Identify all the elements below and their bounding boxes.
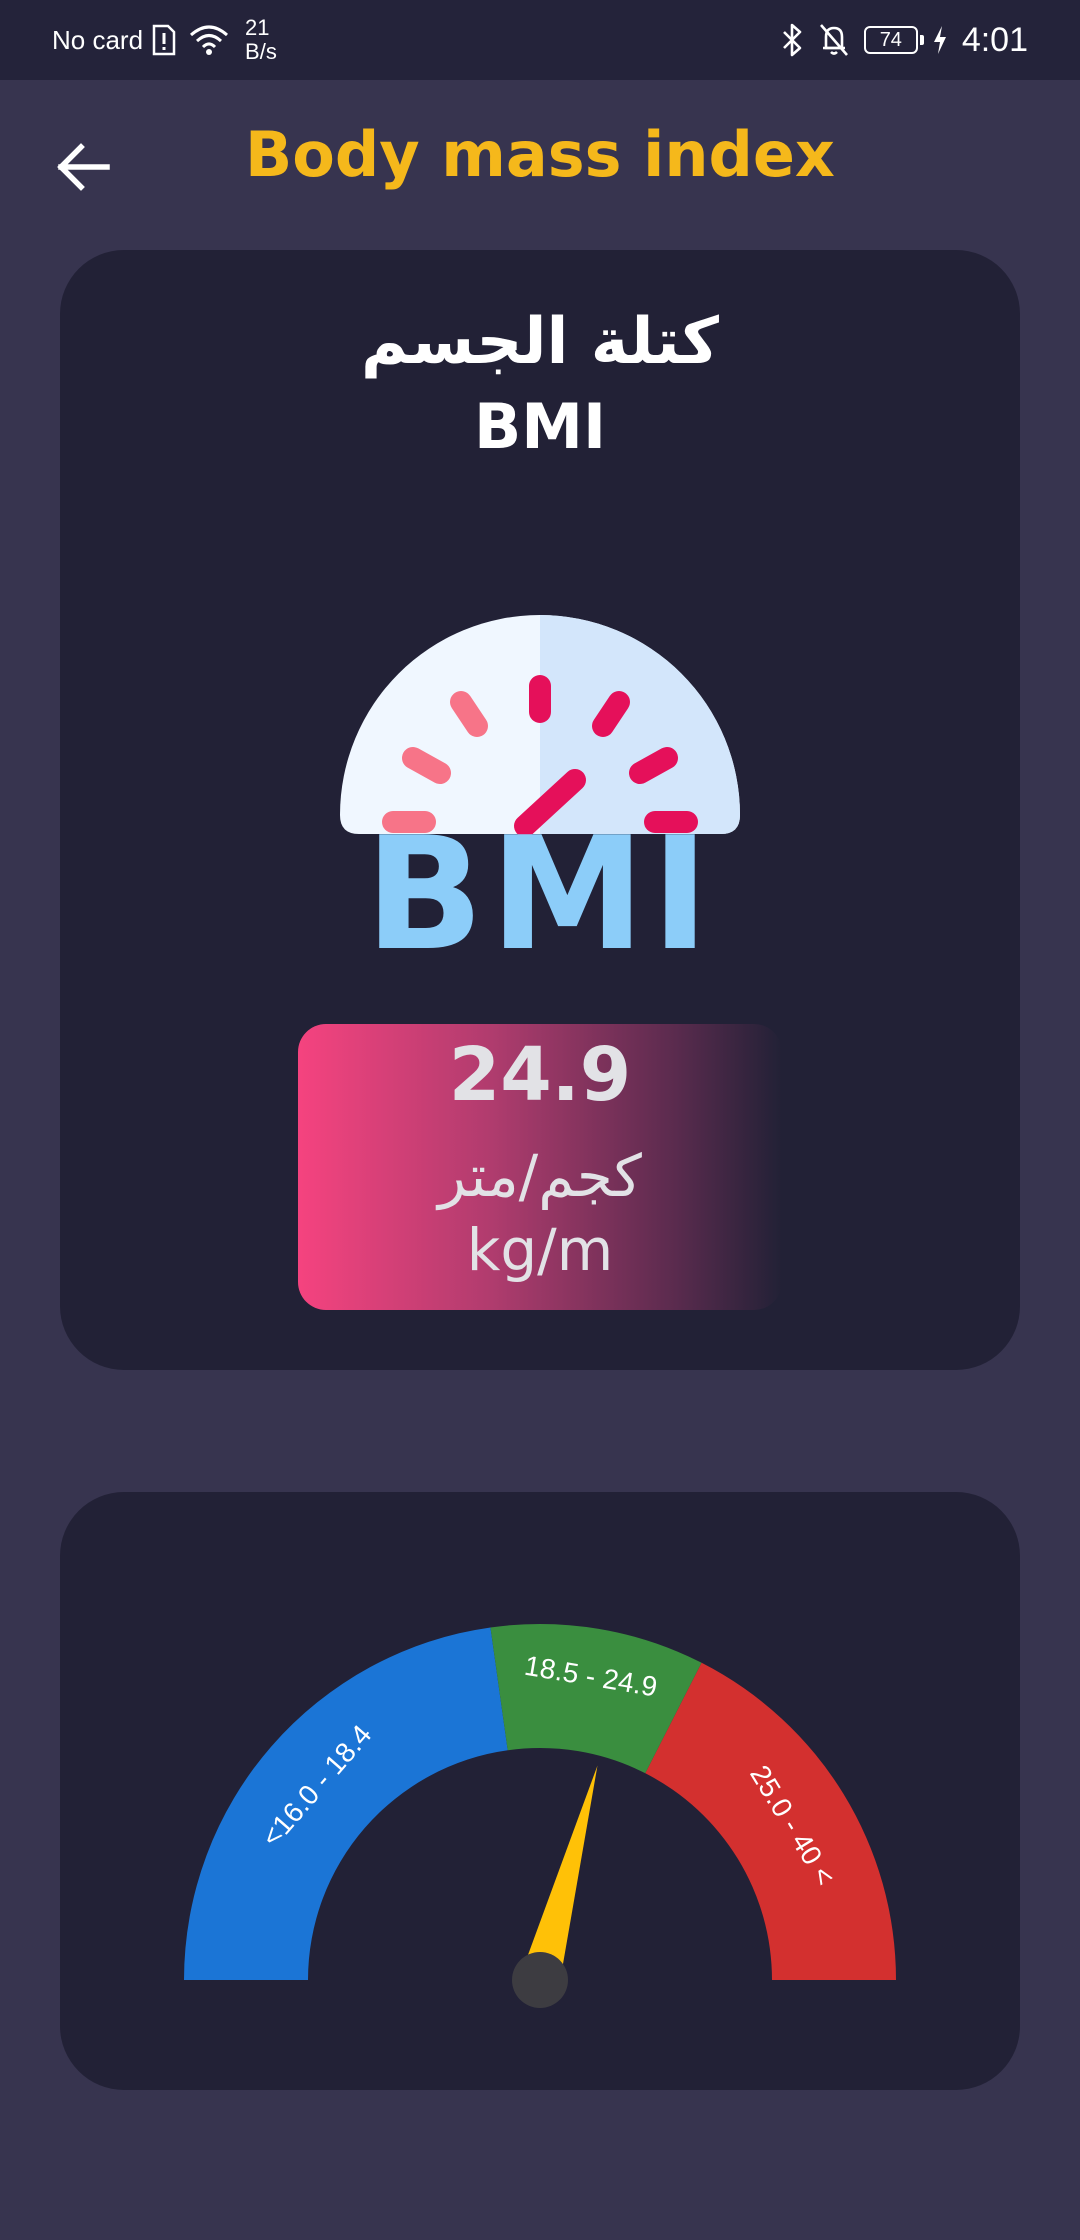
page-title: Body mass index (245, 118, 835, 191)
bmi-range-gauge: <16.0 - 18.418.5 - 24.925.0 - 40 < (184, 1624, 896, 2008)
clock: 4:01 (961, 20, 1028, 59)
network-speed: 21 B/s (245, 16, 277, 64)
bmi-result-card: كتلة الجسم BMI BMI 24.9 كجم/متر kg/m (60, 250, 1020, 1370)
bell-off-icon (819, 24, 848, 56)
carrier-text: No card (52, 24, 144, 55)
net-speed-unit: B/s (245, 39, 277, 64)
bmi-value-box: 24.9 كجم/متر kg/m (298, 1024, 782, 1310)
net-speed-value: 21 (245, 15, 270, 40)
sim-alert-icon (152, 24, 176, 56)
gauge-pivot (512, 1952, 568, 2008)
bluetooth-icon (782, 23, 802, 57)
unit-english: kg/m (466, 1216, 614, 1284)
card-title-english: BMI (473, 390, 607, 463)
gauge-needle (520, 1765, 598, 1986)
bmi-gauge-icon: BMI (340, 615, 740, 960)
battery-level: 74 (879, 28, 902, 51)
charging-icon (933, 26, 946, 54)
bmi-icon-label: BMI (365, 803, 715, 960)
gauge-segment (184, 1627, 508, 1980)
app-bar: Body mass index (0, 80, 1080, 230)
wifi-icon (190, 25, 229, 55)
gauge-segment (645, 1662, 896, 1980)
bmi-value: 24.9 (448, 1032, 632, 1118)
card-title-arabic: كتلة الجسم (361, 305, 719, 379)
bmi-gauge-card: <16.0 - 18.4 18.5 - 24.9 25.0 - 40 < (60, 1492, 1020, 2090)
status-bar: No card 21 B/s 74 4:01 (0, 0, 1080, 80)
unit-arabic: كجم/متر (438, 1142, 642, 1210)
battery-icon: 74 (863, 26, 924, 54)
